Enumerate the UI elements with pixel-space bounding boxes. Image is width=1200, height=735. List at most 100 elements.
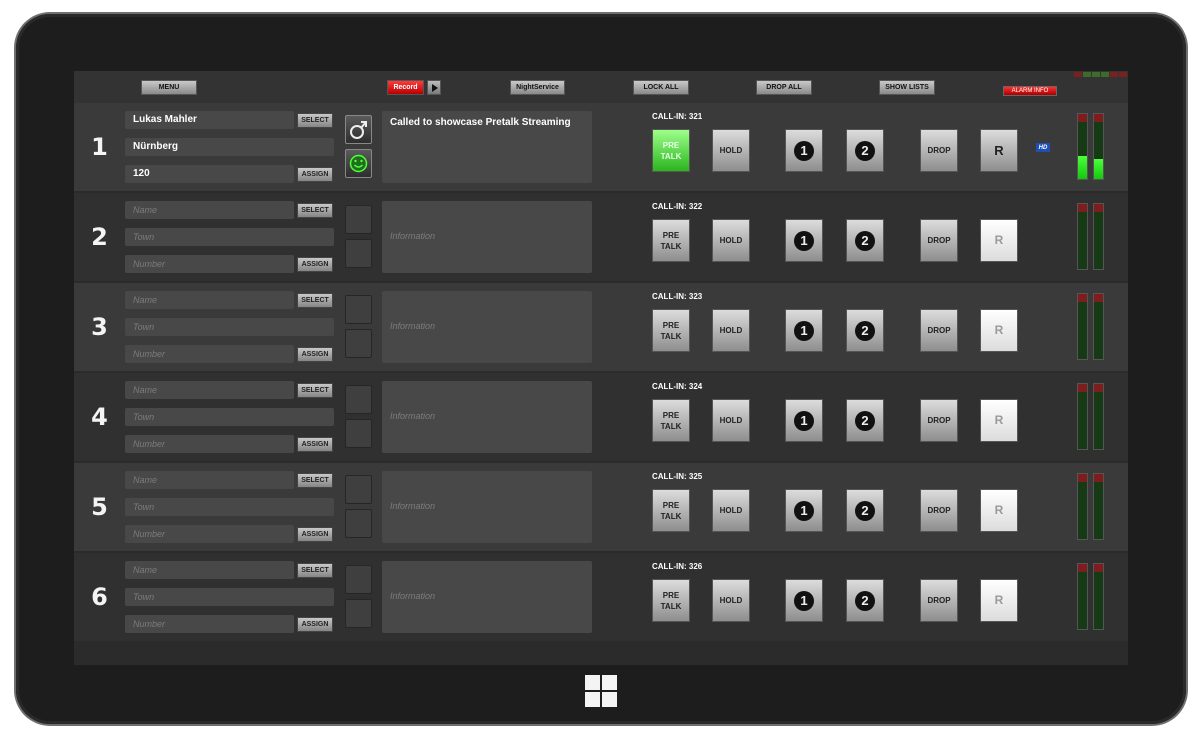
menu-button[interactable]: MENU [141, 80, 197, 95]
line-1-button[interactable]: 1 [785, 219, 823, 262]
lock-all-button[interactable]: LOCK ALL [633, 80, 689, 95]
select-button[interactable]: SELECT [297, 293, 333, 308]
record-r-button[interactable]: R [980, 399, 1018, 442]
hold-button[interactable]: HOLD [712, 309, 750, 352]
select-button[interactable]: SELECT [297, 383, 333, 398]
mood-slot[interactable] [345, 509, 372, 538]
line-2-label: 2 [855, 320, 875, 341]
select-button[interactable]: SELECT [297, 473, 333, 488]
caller-information-field[interactable]: Information [382, 201, 592, 273]
gender-slot[interactable] [345, 295, 372, 324]
line-1-button[interactable]: 1 [785, 129, 823, 172]
caller-town-field[interactable]: Town [125, 228, 334, 246]
gender-slot[interactable] [345, 385, 372, 414]
night-service-button[interactable]: NightService [510, 80, 565, 95]
gender-slot[interactable] [345, 205, 372, 234]
audio-level-meter [1077, 113, 1088, 180]
caller-town-field[interactable]: Town [125, 498, 334, 516]
assign-button[interactable]: ASSIGN [297, 617, 333, 632]
assign-button[interactable]: ASSIGN [297, 257, 333, 272]
call-screener-app: MENU Record NightService LOCK ALL DROP A… [74, 71, 1128, 665]
pre-talk-button[interactable]: PRE TALK [652, 309, 690, 352]
mood-slot[interactable] [345, 419, 372, 448]
caller-information-field[interactable]: Information [382, 561, 592, 633]
line-2-button[interactable]: 2 [846, 129, 884, 172]
line-2-button[interactable]: 2 [846, 309, 884, 352]
caller-town-field[interactable]: Town [125, 588, 334, 606]
call-line-row: 6 Name SELECT Town Number ASSIGN Information CA… [74, 553, 1128, 641]
assign-button[interactable]: ASSIGN [297, 347, 333, 362]
caller-name-field[interactable]: Name [125, 381, 294, 399]
caller-town-field[interactable]: Nürnberg [125, 138, 334, 156]
drop-all-button[interactable]: DROP ALL [756, 80, 812, 95]
mood-slot[interactable] [345, 239, 372, 268]
caller-number-field[interactable]: Number [125, 435, 294, 453]
drop-button[interactable]: DROP [920, 399, 958, 442]
hold-button[interactable]: HOLD [712, 219, 750, 262]
caller-town-field[interactable]: Town [125, 318, 334, 336]
caller-name-field[interactable]: Name [125, 471, 294, 489]
hold-button[interactable]: HOLD [712, 399, 750, 442]
caller-number-field[interactable]: Number [125, 525, 294, 543]
record-r-button[interactable]: R [980, 489, 1018, 532]
caller-information-field[interactable]: Called to showcase Pretalk Streaming [382, 111, 592, 183]
line-2-button[interactable]: 2 [846, 489, 884, 532]
caller-information-field[interactable]: Information [382, 291, 592, 363]
windows-logo-icon[interactable] [585, 675, 617, 707]
caller-number-field[interactable]: Number [125, 345, 294, 363]
pre-talk-button[interactable]: PRE TALK [652, 579, 690, 622]
line-1-button[interactable]: 1 [785, 399, 823, 442]
line-2-button[interactable]: 2 [846, 399, 884, 442]
line-2-label: 2 [855, 230, 875, 251]
line-2-button[interactable]: 2 [846, 579, 884, 622]
hold-button[interactable]: HOLD [712, 579, 750, 622]
caller-information-field[interactable]: Information [382, 471, 592, 543]
gender-slot[interactable] [345, 565, 372, 594]
play-icon[interactable] [427, 80, 441, 95]
caller-name-field[interactable]: Name [125, 201, 294, 219]
assign-button[interactable]: ASSIGN [297, 167, 333, 182]
record-r-button[interactable]: R [980, 579, 1018, 622]
alarm-info-button[interactable]: ALARM INFO [1003, 86, 1057, 96]
hold-button[interactable]: HOLD [712, 489, 750, 532]
drop-button[interactable]: DROP [920, 129, 958, 172]
record-r-button[interactable]: R [980, 309, 1018, 352]
caller-name-field[interactable]: Name [125, 291, 294, 309]
record-button[interactable]: Record [387, 80, 424, 95]
caller-number-field[interactable]: Number [125, 615, 294, 633]
gender-slot[interactable] [345, 475, 372, 504]
drop-button[interactable]: DROP [920, 489, 958, 532]
assign-button[interactable]: ASSIGN [297, 527, 333, 542]
pre-talk-button[interactable]: PRE TALK [652, 489, 690, 532]
line-1-button[interactable]: 1 [785, 579, 823, 622]
show-lists-button[interactable]: SHOW LISTS [879, 80, 935, 95]
caller-name-field[interactable]: Lukas Mahler [125, 111, 294, 129]
drop-button[interactable]: DROP [920, 219, 958, 262]
pre-talk-button[interactable]: PRE TALK [652, 399, 690, 442]
hold-button[interactable]: HOLD [712, 129, 750, 172]
assign-button[interactable]: ASSIGN [297, 437, 333, 452]
record-r-button[interactable]: R [980, 129, 1018, 172]
caller-number-field[interactable]: 120 [125, 165, 294, 183]
mood-slot[interactable] [345, 329, 372, 358]
mood-smiley-icon[interactable] [345, 149, 372, 178]
record-r-button[interactable]: R [980, 219, 1018, 262]
caller-information-field[interactable]: Information [382, 381, 592, 453]
line-number: 5 [91, 493, 109, 521]
line-1-button[interactable]: 1 [785, 309, 823, 352]
select-button[interactable]: SELECT [297, 203, 333, 218]
audio-level-meter [1093, 383, 1104, 450]
caller-number-field[interactable]: Number [125, 255, 294, 273]
caller-name-field[interactable]: Name [125, 561, 294, 579]
pre-talk-button[interactable]: PRE TALK [652, 129, 690, 172]
select-button[interactable]: SELECT [297, 563, 333, 578]
pre-talk-button[interactable]: PRE TALK [652, 219, 690, 262]
drop-button[interactable]: DROP [920, 579, 958, 622]
male-gender-icon[interactable] [345, 115, 372, 144]
caller-town-field[interactable]: Town [125, 408, 334, 426]
drop-button[interactable]: DROP [920, 309, 958, 352]
mood-slot[interactable] [345, 599, 372, 628]
line-1-button[interactable]: 1 [785, 489, 823, 532]
line-2-button[interactable]: 2 [846, 219, 884, 262]
select-button[interactable]: SELECT [297, 113, 333, 128]
